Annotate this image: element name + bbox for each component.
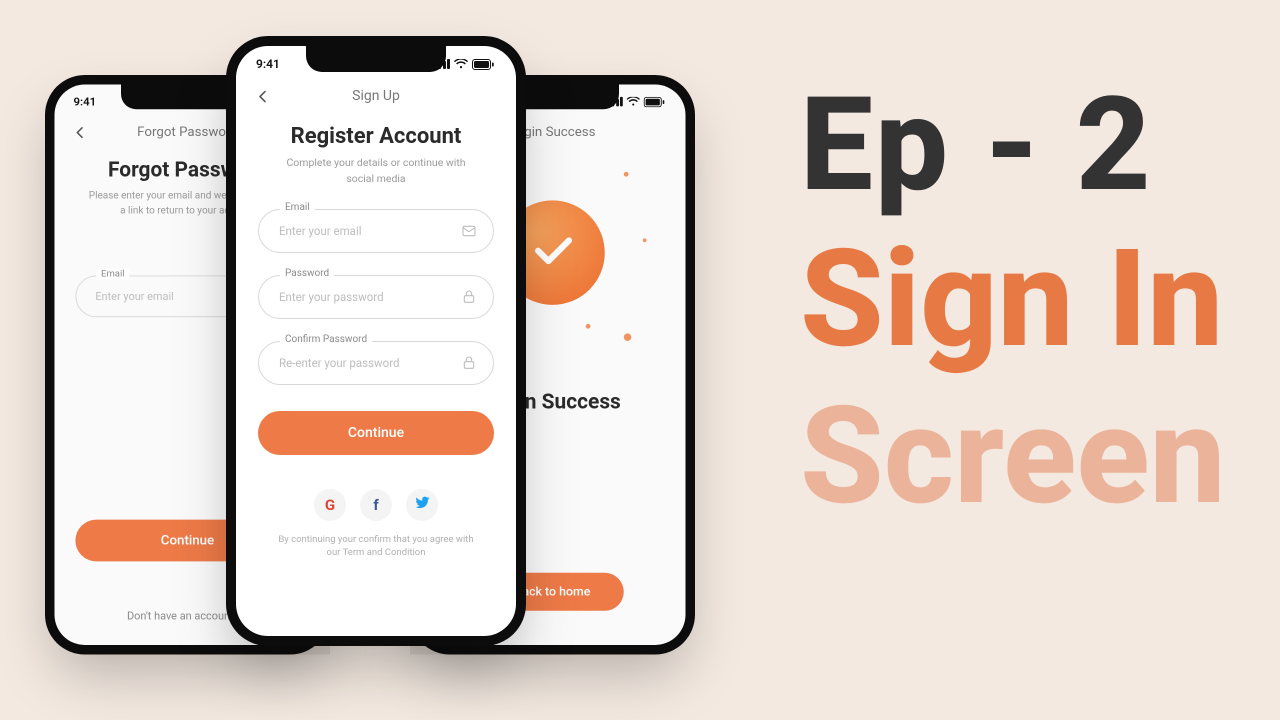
lock-icon: [461, 289, 477, 305]
google-button[interactable]: G: [314, 489, 346, 521]
twitter-button[interactable]: [406, 489, 438, 521]
page-subtitle: Complete your details or continue with s…: [258, 155, 494, 187]
google-icon: G: [325, 496, 335, 514]
back-button[interactable]: [256, 90, 270, 104]
banner-line-2: Sign In: [800, 232, 1226, 367]
confirm-password-placeholder: Re-enter your password: [279, 356, 453, 370]
status-time: 9:41: [256, 57, 280, 71]
phone-sign-up: 9:41 Sign Up Register Account Complete y…: [226, 36, 526, 646]
social-row: G f: [258, 489, 494, 521]
banner: Ep - 2 Sign In Screen: [800, 80, 1226, 524]
facebook-button[interactable]: f: [360, 489, 392, 521]
page-title: Register Account: [258, 124, 494, 149]
mail-icon: [461, 223, 477, 239]
continue-button[interactable]: Continue: [258, 411, 494, 455]
terms-text: By continuing your confirm that you agre…: [258, 533, 494, 563]
topbar: Sign Up: [236, 82, 516, 114]
email-label: Email: [280, 202, 315, 213]
facebook-icon: f: [373, 496, 378, 514]
device-notch: [306, 46, 446, 72]
banner-line-1: Ep - 2: [800, 80, 1226, 210]
email-field[interactable]: Email Enter your email: [258, 209, 494, 253]
password-label: Password: [280, 268, 334, 279]
battery-icon: [472, 59, 494, 70]
twitter-icon: [415, 495, 430, 514]
lock-icon: [461, 355, 477, 371]
password-placeholder: Enter your password: [279, 290, 453, 304]
password-field[interactable]: Password Enter your password: [258, 275, 494, 319]
confirm-password-label: Confirm Password: [280, 334, 372, 345]
banner-line-3: Screen: [800, 389, 1226, 524]
topbar-title: Sign Up: [352, 88, 400, 104]
confirm-password-field[interactable]: Confirm Password Re-enter your password: [258, 341, 494, 385]
email-placeholder: Enter your email: [279, 224, 453, 238]
wifi-icon: [454, 59, 468, 69]
